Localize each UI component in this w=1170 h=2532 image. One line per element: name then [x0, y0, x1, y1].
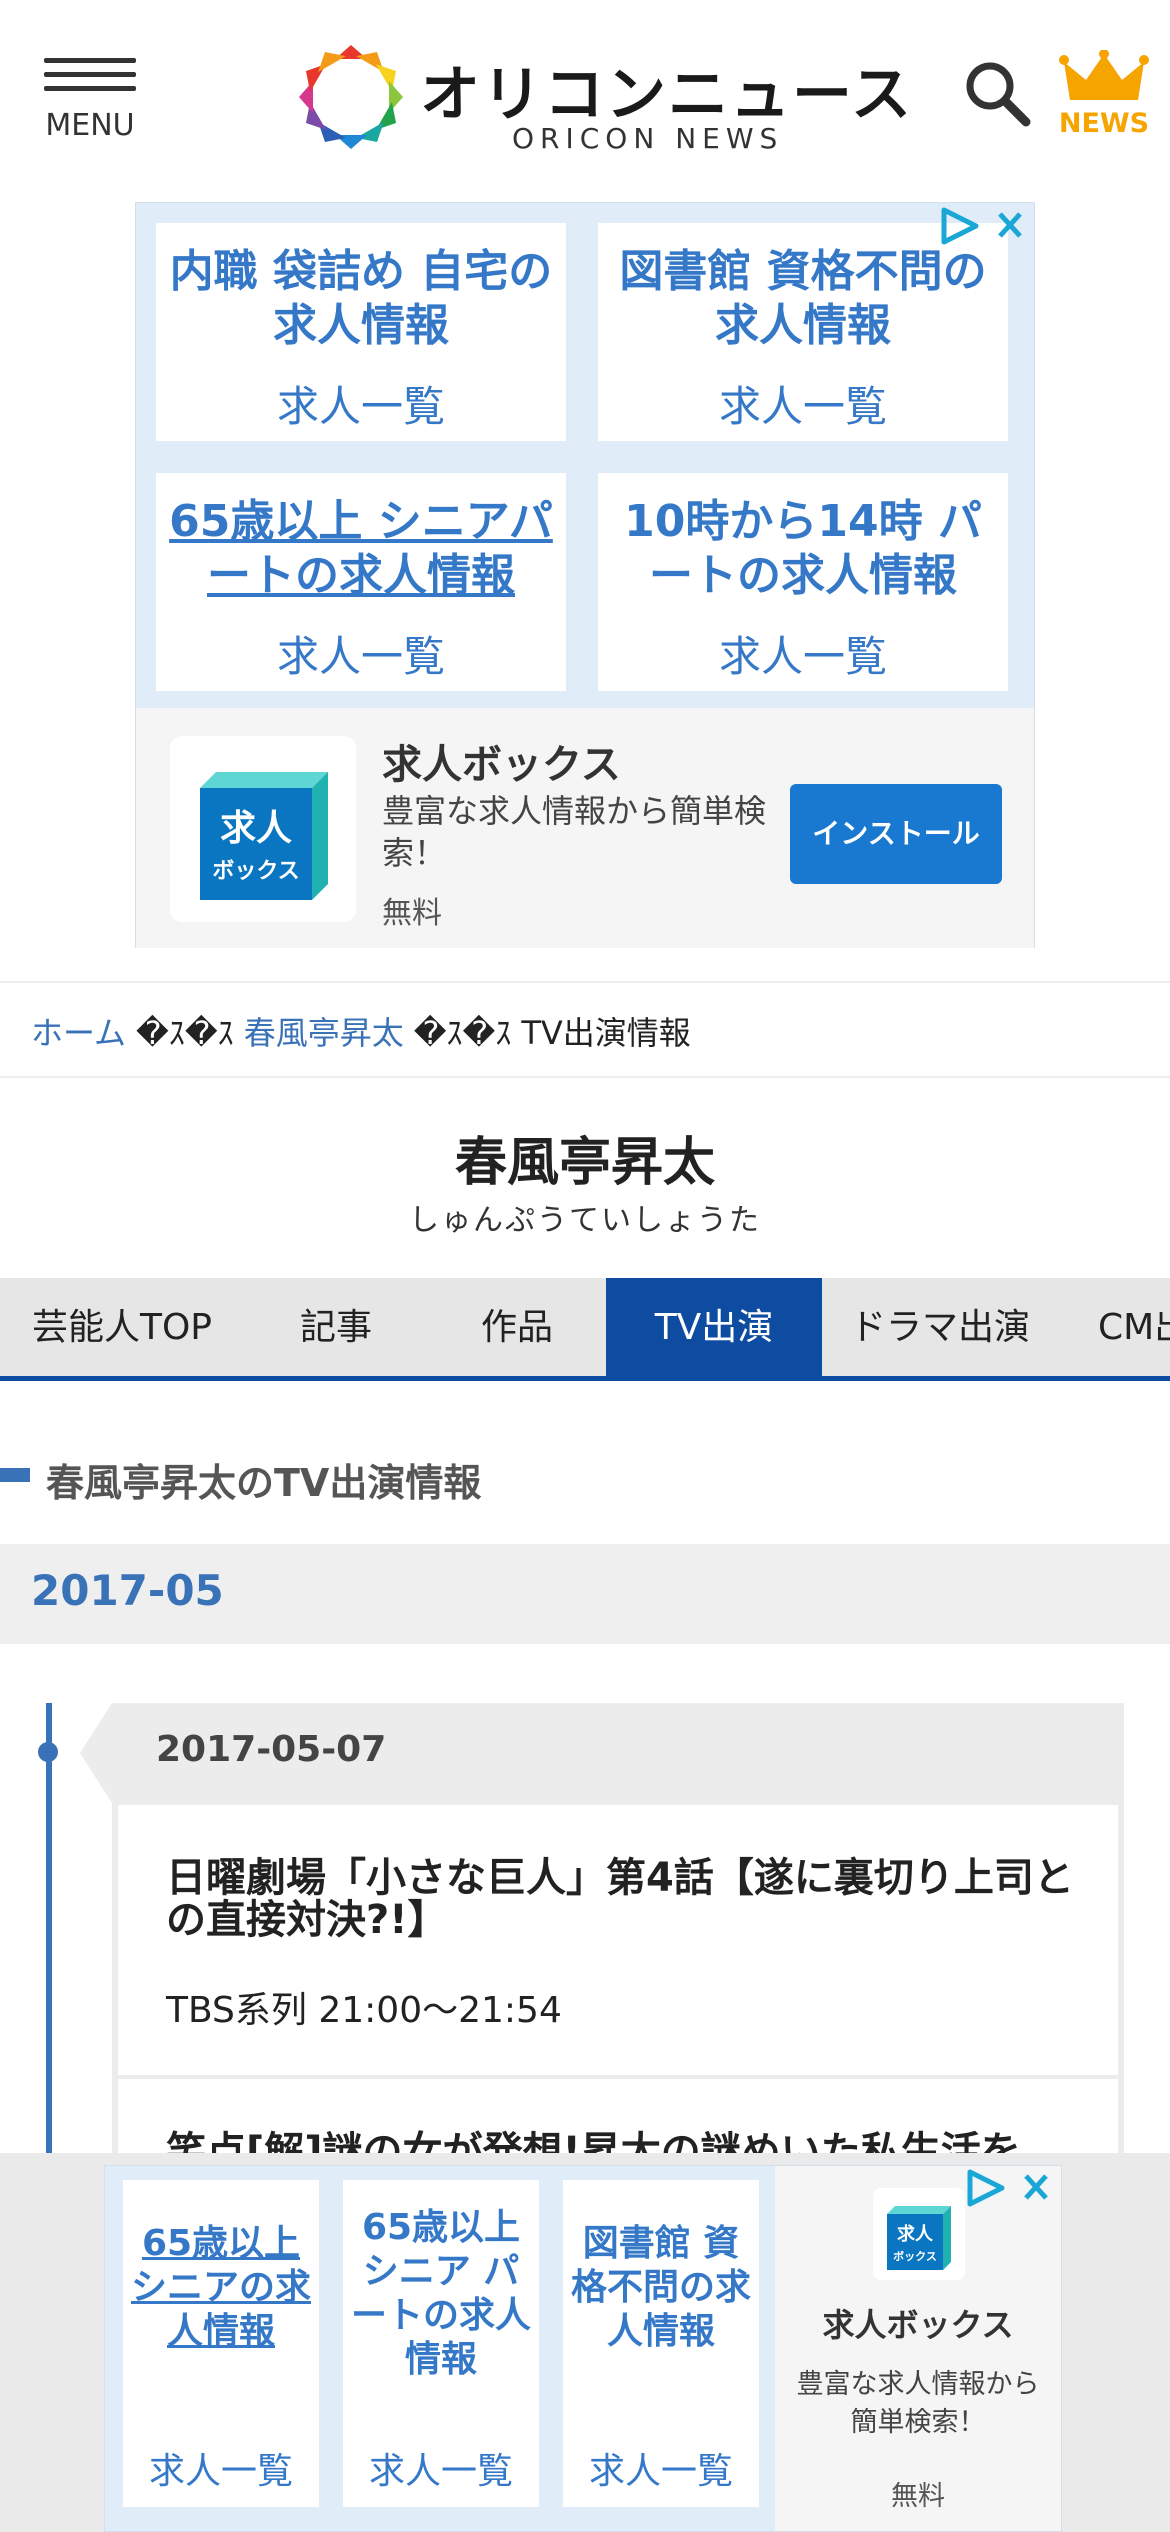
breadcrumb-separator: �ｽ�ｽ: [413, 1014, 512, 1052]
ad-tile-title: 65歳以上 シニアの求人情報: [130, 2223, 311, 2352]
site-header: MENU オリコンニュース ORICON NEWS NEWS: [0, 0, 1170, 195]
app-icon-text: 求人: [897, 2223, 934, 2245]
kyujin-box-icon: 求人 ボックス: [200, 772, 328, 900]
ad-tile[interactable]: 内職 袋詰め 自宅の求人情報 求人一覧: [156, 223, 566, 441]
menu-button[interactable]: MENU: [44, 58, 136, 148]
tv-entry-meta: TBS系列 21:00〜21:54: [166, 1990, 562, 2031]
ad-tile-sub: 求人一覧: [588, 2451, 733, 2492]
month-header: 2017-05: [0, 1544, 1170, 1644]
profile-tabs: 芸能人TOP 記事 作品 TV出演 ドラマ出演 CM出: [0, 1278, 1170, 1378]
ad-tile-title: 65歳以上 シニア パートの求人情報: [350, 2207, 531, 2380]
ad-tile-title: 図書館 資格不問の求人情報: [570, 2223, 751, 2352]
site-logo[interactable]: オリコンニュース ORICON NEWS: [296, 40, 911, 158]
search-button[interactable]: [962, 58, 1034, 130]
ad-tile-sub: 求人一覧: [148, 2451, 293, 2492]
logo-subtitle: ORICON NEWS: [512, 122, 784, 155]
ad-tile-title: 図書館 資格不問の求人情報: [619, 246, 987, 351]
tab-top[interactable]: 芸能人TOP: [0, 1278, 244, 1378]
news-label: NEWS: [1058, 108, 1150, 139]
timeline-line: [46, 1703, 52, 2153]
ad-tile[interactable]: 65歳以上 シニア パートの求人情報 求人一覧: [343, 2180, 539, 2507]
logo-title: オリコンニュース: [420, 60, 913, 130]
breadcrumb-current: TV出演情報: [521, 1014, 691, 1052]
breadcrumb-separator: �ｽ�ｽ: [136, 1014, 234, 1052]
oricon-logo-icon: [299, 45, 403, 149]
app-description: 豊富な求人情報から簡単検索！: [382, 792, 767, 872]
section-marker: [0, 1468, 30, 1482]
app-description: 豊富な求人情報から簡単検索！: [796, 2369, 1040, 2438]
ad-tile[interactable]: 図書館 資格不問の求人情報 求人一覧: [563, 2180, 759, 2507]
tab-tv[interactable]: TV出演: [606, 1278, 822, 1378]
tab-drama[interactable]: ドラマ出演: [822, 1278, 1058, 1378]
crown-icon: [1059, 49, 1149, 100]
ad-tile-sub: 求人一覧: [276, 382, 445, 431]
timeline-arrow: [80, 1703, 112, 1803]
app-icon-text: ボックス: [212, 859, 299, 884]
app-icon: 求人 ボックス: [873, 2188, 965, 2280]
breadcrumb-home-link[interactable]: ホーム: [31, 1014, 126, 1052]
ad-choices[interactable]: [964, 2166, 1056, 2210]
ad-choices-icon: [941, 207, 1022, 245]
page-title-kana: しゅんぷうていしょうた: [409, 1203, 761, 1238]
page-title: 春風亭昇太: [454, 1133, 715, 1193]
app-price: 無料: [382, 896, 442, 931]
day-group: 2017-05-07 日曜劇場「小さな巨人」第4話【遂に裏切り上司との直接対決?…: [112, 1703, 1124, 2199]
app-price: 無料: [891, 2481, 945, 2512]
ad-app-promo[interactable]: 求人 ボックス 求人ボックス 豊富な求人情報から簡単検索！ 無料: [775, 2166, 1061, 2531]
ad-tile[interactable]: 65歳以上 シニアの求人情報 求人一覧: [123, 2180, 319, 2507]
tab-works[interactable]: 作品: [428, 1278, 606, 1378]
install-button[interactable]: インストール: [790, 784, 1002, 884]
tv-entry[interactable]: 日曜劇場「小さな巨人」第4話【遂に裏切り上司との直接対決?!】 TBS系列 21…: [118, 1805, 1118, 2075]
bottom-ad-content: 65歳以上 シニアの求人情報 求人一覧 65歳以上 シニア パートの求人情報 求…: [104, 2165, 1062, 2532]
ad-tile-sub: 求人一覧: [718, 382, 887, 431]
day-date: 2017-05-07: [156, 1729, 387, 1770]
tabs-underline: [0, 1376, 1170, 1381]
top-ad: 内職 袋詰め 自宅の求人情報 求人一覧 図書館 資格不問の求人情報 求人一覧 6…: [135, 202, 1035, 948]
ad-tile-title: 65歳以上 シニアパートの求人情報: [169, 496, 553, 601]
ad-choices[interactable]: [938, 204, 1030, 248]
menu-icon-line: [44, 86, 136, 91]
tab-cm[interactable]: CM出: [1058, 1278, 1170, 1378]
menu-icon: [44, 58, 136, 63]
ad-tile[interactable]: 65歳以上 シニアパートの求人情報 求人一覧: [156, 473, 566, 691]
ad-tile-title: 10時から14時 パートの求人情報: [624, 496, 982, 601]
ad-tile-sub: 求人一覧: [368, 2451, 513, 2492]
news-ranking-button[interactable]: NEWS: [1056, 49, 1152, 140]
search-icon: [966, 62, 1031, 127]
kyujin-box-icon: 求人 ボックス: [887, 2206, 951, 2270]
ad-app-promo[interactable]: 求人 ボックス 求人ボックス 豊富な求人情報から簡単検索！ 無料 インストール: [136, 708, 1034, 948]
ad-tile-title: 内職 袋詰め 自宅の求人情報: [169, 246, 553, 351]
month-label: 2017-05: [31, 1566, 224, 1615]
breadcrumb: ホーム �ｽ�ｽ 春風亭昇太 �ｽ�ｽ TV出演情報: [31, 1008, 691, 1054]
divider: [0, 981, 1170, 983]
tv-entry-title: 日曜劇場「小さな巨人」第4話【遂に裏切り上司との直接対決?!】: [166, 1855, 1074, 1943]
app-icon: 求人 ボックス: [170, 736, 356, 922]
ad-tile[interactable]: 図書館 資格不問の求人情報 求人一覧: [598, 223, 1008, 441]
section-title: 春風亭昇太のTV出演情報: [46, 1461, 482, 1505]
ad-tile[interactable]: 10時から14時 パートの求人情報 求人一覧: [598, 473, 1008, 691]
menu-label: MENU: [45, 108, 135, 143]
app-icon-text: ボックス: [893, 2249, 937, 2263]
menu-icon-line: [44, 72, 136, 77]
ad-tile-sub: 求人一覧: [276, 632, 445, 681]
ad-tile-sub: 求人一覧: [718, 632, 887, 681]
ad-choices-icon: [967, 2169, 1048, 2207]
app-name: 求人ボックス: [822, 2306, 1014, 2344]
app-icon-text: 求人: [220, 808, 292, 849]
tab-articles[interactable]: 記事: [244, 1278, 428, 1378]
timeline-dot: [38, 1742, 58, 1762]
divider: [0, 1076, 1170, 1078]
app-name: 求人ボックス: [382, 742, 621, 788]
breadcrumb-person-link[interactable]: 春風亭昇太: [244, 1014, 404, 1052]
